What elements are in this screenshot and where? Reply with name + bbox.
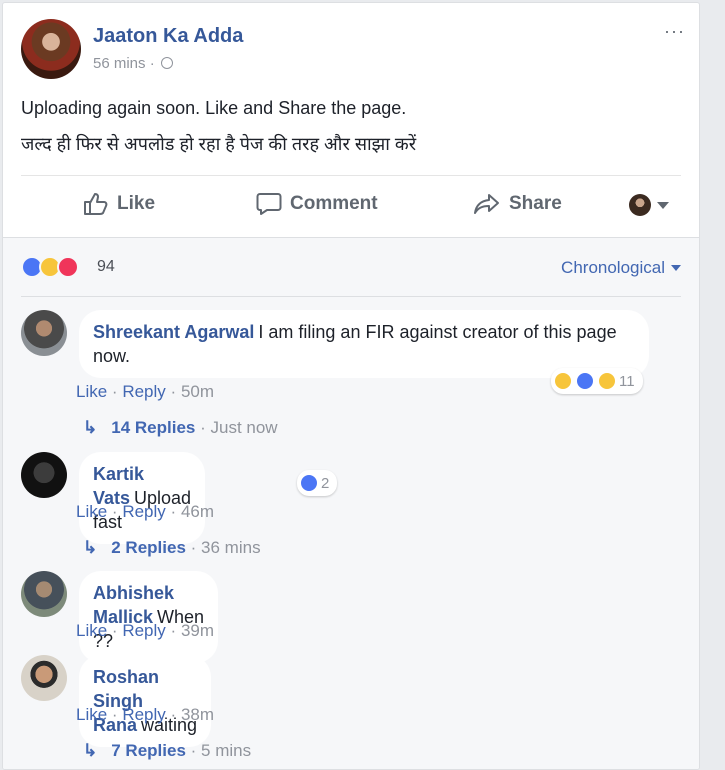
like-reaction-icon bbox=[575, 371, 595, 391]
reply-arrow-icon: ↳ bbox=[83, 418, 98, 437]
comment-actions: Like · Reply · 46m bbox=[76, 502, 214, 522]
post-text-english: Uploading again soon. Like and Share the… bbox=[21, 98, 407, 118]
reply-arrow-icon: ↳ bbox=[83, 741, 98, 760]
reactions-summary: 94 Chronological bbox=[21, 252, 681, 282]
view-replies-link[interactable]: 14 Replies bbox=[111, 418, 195, 437]
replies-time: 5 mins bbox=[201, 741, 252, 760]
share-button[interactable]: Share bbox=[473, 192, 562, 216]
comment-actions: Like · Reply · 39m bbox=[76, 621, 214, 641]
page-name-link[interactable]: Jaaton Ka Adda bbox=[93, 25, 243, 48]
replies-row: ↳ 14 Replies · Just now bbox=[83, 418, 278, 438]
separator: · bbox=[200, 418, 206, 437]
post-meta: 56 mins · bbox=[93, 55, 173, 72]
comment-reaction-count: 11 bbox=[619, 372, 635, 390]
like-button[interactable]: Like bbox=[83, 192, 155, 216]
comment-reply-link[interactable]: Reply bbox=[122, 705, 165, 724]
comment-like-link[interactable]: Like bbox=[76, 502, 107, 521]
globe-icon bbox=[160, 57, 173, 69]
reaction-icons[interactable] bbox=[21, 256, 79, 278]
order-label: Chronological bbox=[561, 258, 665, 277]
view-replies-link[interactable]: 2 Replies bbox=[111, 538, 186, 557]
separator: · bbox=[190, 741, 197, 760]
comment-button[interactable]: Comment bbox=[256, 192, 378, 216]
page-avatar[interactable] bbox=[21, 19, 81, 79]
comments-section: 94 Chronological Shreekant Agarwal I am f… bbox=[3, 237, 699, 769]
post-timestamp[interactable]: 56 mins bbox=[93, 55, 146, 72]
comment-time[interactable]: 39m bbox=[181, 621, 214, 640]
separator: · bbox=[190, 538, 197, 557]
separator: · bbox=[111, 705, 118, 724]
separator: · bbox=[170, 621, 177, 640]
replies-row: ↳ 7 Replies · 5 mins bbox=[83, 741, 251, 761]
avatar[interactable] bbox=[21, 571, 67, 617]
profile-avatar bbox=[629, 194, 651, 216]
comment-label: Comment bbox=[290, 193, 378, 214]
comment-like-link[interactable]: Like bbox=[76, 621, 107, 640]
separator: · bbox=[111, 621, 118, 640]
comment-actions: Like · Reply · 38m bbox=[76, 705, 214, 725]
separator: · bbox=[170, 705, 177, 724]
chevron-down-icon bbox=[657, 201, 669, 209]
comment-bubble: Kartik Vats Upload fast bbox=[79, 452, 206, 544]
comment-icon bbox=[256, 193, 282, 215]
post-text-hindi: जल्द ही फिर से अपलोड हो रहा है पेज की तर… bbox=[21, 134, 417, 154]
comment-reply-link[interactable]: Reply bbox=[122, 621, 165, 640]
post-card: Jaaton Ka Adda 56 mins · ··· Uploading a… bbox=[2, 2, 700, 770]
divider bbox=[21, 296, 681, 297]
avatar[interactable] bbox=[21, 452, 67, 498]
comment-like-link[interactable]: Like bbox=[76, 382, 107, 401]
comment-like-link[interactable]: Like bbox=[76, 705, 107, 724]
comment-bubble: Abhishek Mallick When ?? bbox=[79, 571, 219, 663]
haha-reaction-icon bbox=[553, 371, 573, 391]
separator: · bbox=[111, 502, 118, 521]
wow-reaction-icon bbox=[597, 371, 617, 391]
like-reaction-icon bbox=[299, 473, 319, 493]
comment-reply-link[interactable]: Reply bbox=[122, 502, 165, 521]
avatar[interactable] bbox=[21, 655, 67, 701]
meta-separator: · bbox=[149, 55, 155, 72]
comment-actions: Like · Reply · 50m bbox=[76, 382, 214, 402]
separator: · bbox=[170, 382, 177, 401]
post-body: Uploading again soon. Like and Share the… bbox=[21, 95, 681, 167]
love-reaction-icon bbox=[57, 256, 79, 278]
share-label: Share bbox=[509, 193, 562, 214]
reply-arrow-icon: ↳ bbox=[83, 538, 98, 557]
share-icon bbox=[474, 194, 499, 214]
comment-bubble: Roshan Singh Rana waiting bbox=[79, 655, 212, 747]
replies-row: ↳ 2 Replies · 36 mins bbox=[83, 538, 261, 558]
comment-reply-link[interactable]: Reply bbox=[122, 382, 165, 401]
comment-time[interactable]: 46m bbox=[181, 502, 214, 521]
view-replies-link[interactable]: 7 Replies bbox=[111, 741, 186, 760]
comment-author[interactable]: Shreekant Agarwal bbox=[93, 322, 254, 342]
comment-reactions[interactable]: 2 bbox=[297, 470, 338, 496]
comment-reaction-count: 2 bbox=[321, 474, 330, 492]
avatar[interactable] bbox=[21, 310, 67, 356]
replies-time: Just now bbox=[210, 418, 278, 437]
separator: · bbox=[170, 502, 177, 521]
chevron-down-icon bbox=[671, 265, 681, 271]
more-options-icon[interactable]: ··· bbox=[664, 21, 685, 42]
comment-reactions[interactable]: 11 bbox=[551, 368, 643, 394]
post-action-bar: Like Comment Share bbox=[21, 175, 681, 237]
thumbs-up-icon bbox=[84, 193, 108, 215]
comment-order-dropdown[interactable]: Chronological bbox=[561, 258, 681, 278]
reaction-count[interactable]: 94 bbox=[97, 258, 115, 276]
like-label: Like bbox=[117, 193, 156, 214]
profile-switcher[interactable] bbox=[629, 194, 669, 216]
replies-time: 36 mins bbox=[201, 538, 261, 557]
separator: · bbox=[111, 382, 118, 401]
comment-time[interactable]: 50m bbox=[181, 382, 214, 401]
comment-time[interactable]: 38m bbox=[181, 705, 214, 724]
